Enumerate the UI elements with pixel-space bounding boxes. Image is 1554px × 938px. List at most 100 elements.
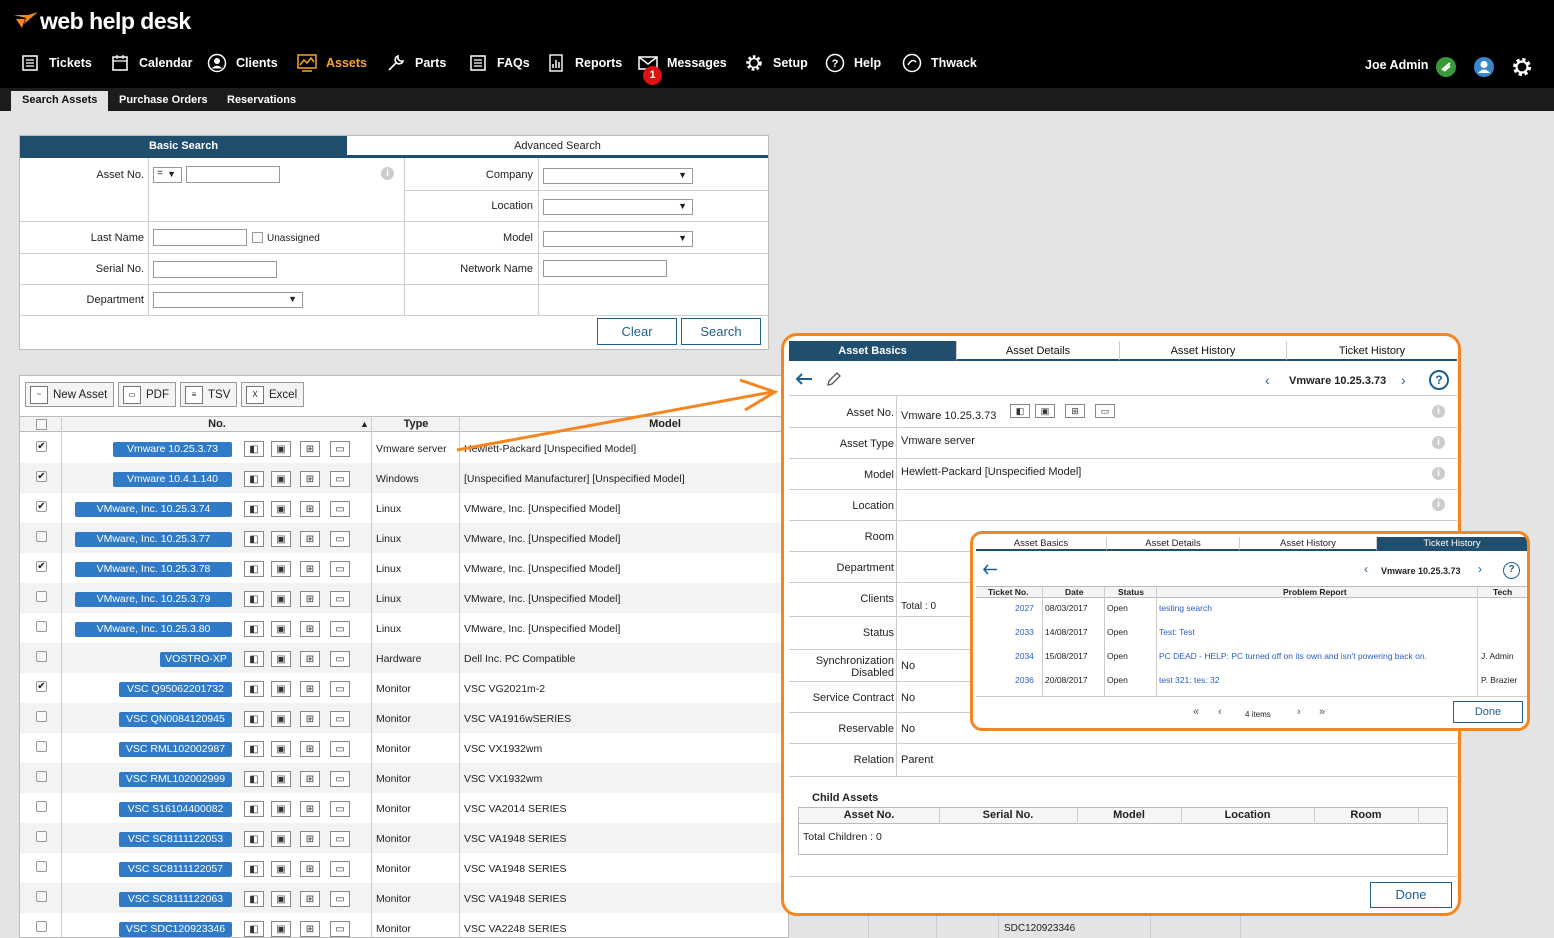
excel-button[interactable]: X Excel <box>241 382 305 407</box>
row-checkbox[interactable]: ✔ <box>36 441 47 452</box>
nav-calendar[interactable]: Calendar <box>109 52 193 74</box>
row-checkbox[interactable] <box>36 891 47 902</box>
window-icon[interactable]: ▭ <box>330 741 350 757</box>
nav-tickets[interactable]: Tickets <box>19 52 92 74</box>
window-icon[interactable]: ▭ <box>330 561 350 577</box>
basics-done-button[interactable]: Done <box>1370 882 1452 908</box>
remote-control-icon[interactable]: ◧ <box>244 711 264 727</box>
remote-control-icon[interactable]: ◧ <box>244 861 264 877</box>
row-checkbox[interactable] <box>36 591 47 602</box>
previous-asset-icon[interactable]: ‹ <box>1265 372 1270 388</box>
asset-no-operator-select[interactable]: = ▼ <box>153 167 182 183</box>
asset-number-link[interactable]: VMware, Inc. 10.25.3.78 <box>75 562 232 577</box>
nav-parts[interactable]: Parts <box>385 52 446 74</box>
remote-control-icon[interactable]: ◧ <box>244 741 264 757</box>
subtab-reservations[interactable]: Reservations <box>216 91 307 111</box>
binoculars-icon[interactable]: ▣ <box>271 861 291 877</box>
window-icon[interactable]: ▭ <box>330 831 350 847</box>
window-icon[interactable]: ▭ <box>330 771 350 787</box>
company-select[interactable]: ▼ <box>543 168 693 184</box>
asset-number-link[interactable]: VSC QN0084120945 <box>119 712 232 727</box>
field-info-icon[interactable]: i <box>1432 436 1445 449</box>
binoculars-icon[interactable]: ▣ <box>271 681 291 697</box>
model-select[interactable]: ▼ <box>543 231 693 247</box>
remote-control-icon[interactable]: ◧ <box>244 561 264 577</box>
binoculars-icon[interactable]: ▣ <box>271 651 291 667</box>
asset-number-link[interactable]: VMware, Inc. 10.25.3.80 <box>75 622 232 637</box>
history-ticket-link[interactable]: 2036 <box>1015 675 1034 685</box>
row-checkbox[interactable]: ✔ <box>36 681 47 692</box>
user-name[interactable]: Joe Admin <box>1365 58 1428 72</box>
screen-icon[interactable]: ⊞ <box>300 471 320 487</box>
asset-number-link[interactable]: VSC Q95062201732 <box>119 682 232 697</box>
remote-control-icon[interactable]: ◧ <box>244 471 264 487</box>
screen-icon[interactable]: ⊞ <box>300 531 320 547</box>
tab-asset-details[interactable]: Asset Details <box>957 341 1120 361</box>
window-icon[interactable]: ▭ <box>330 921 350 937</box>
app-logo[interactable]: web help desk <box>14 8 191 35</box>
remote-control-icon[interactable]: ◧ <box>244 441 264 457</box>
binoculars-icon[interactable]: ▣ <box>271 531 291 547</box>
remote-control-icon[interactable]: ◧ <box>244 681 264 697</box>
edit-pencil-icon[interactable] <box>825 370 843 391</box>
column-model-header[interactable]: Model <box>460 417 788 432</box>
profile-icon[interactable] <box>1474 57 1494 77</box>
remote-control-icon[interactable]: ◧ <box>244 591 264 607</box>
window-icon[interactable]: ▭ <box>330 591 350 607</box>
nav-reports[interactable]: Reports <box>545 52 622 74</box>
row-checkbox[interactable] <box>36 861 47 872</box>
clear-button[interactable]: Clear <box>597 318 677 345</box>
history-problem-report[interactable]: testing search <box>1159 603 1212 613</box>
history-problem-report[interactable]: Test: Test <box>1159 627 1195 637</box>
remote-control-icon[interactable]: ◧ <box>244 531 264 547</box>
asset-number-link[interactable]: VSC SC8111122057 <box>119 862 232 877</box>
status-icon[interactable] <box>1436 57 1456 77</box>
remote-control-icon[interactable]: ◧ <box>244 771 264 787</box>
field-info-icon[interactable]: i <box>1432 498 1445 511</box>
tsv-button[interactable]: ≡ TSV <box>180 382 238 407</box>
tab-asset-history[interactable]: Asset History <box>1120 341 1287 361</box>
history-col-ticket-no[interactable]: Ticket No. <box>988 587 1028 597</box>
asset-no-input[interactable] <box>186 166 280 183</box>
asset-number-link[interactable]: VSC SC8111122063 <box>119 892 232 907</box>
back-arrow-icon[interactable] <box>794 371 814 390</box>
row-checkbox[interactable] <box>36 831 47 842</box>
binoculars-icon[interactable]: ▣ <box>1035 404 1055 418</box>
binoculars-icon[interactable]: ▣ <box>271 441 291 457</box>
history-tab-ticket-history[interactable]: Ticket History <box>1377 537 1527 551</box>
binoculars-icon[interactable]: ▣ <box>271 831 291 847</box>
screen-icon[interactable]: ⊞ <box>300 771 320 787</box>
row-checkbox[interactable]: ✔ <box>36 471 47 482</box>
column-no-header[interactable]: No. <box>62 417 372 432</box>
nav-thwack[interactable]: Thwack <box>901 52 977 74</box>
row-checkbox[interactable] <box>36 621 47 632</box>
screen-icon[interactable]: ⊞ <box>300 441 320 457</box>
help-icon[interactable]: ? <box>1429 370 1449 390</box>
screen-icon[interactable]: ⊞ <box>300 891 320 907</box>
window-icon[interactable]: ▭ <box>330 861 350 877</box>
pdf-button[interactable]: ▭ PDF <box>118 382 176 407</box>
binoculars-icon[interactable]: ▣ <box>271 621 291 637</box>
screen-icon[interactable]: ⊞ <box>300 801 320 817</box>
asset-number-link[interactable]: VSC SC8111122053 <box>119 832 232 847</box>
history-col-tech[interactable]: Tech <box>1493 587 1512 597</box>
window-icon[interactable]: ▭ <box>330 501 350 517</box>
binoculars-icon[interactable]: ▣ <box>271 891 291 907</box>
window-icon[interactable]: ▭ <box>330 441 350 457</box>
row-checkbox[interactable] <box>36 711 47 722</box>
window-icon[interactable]: ▭ <box>330 531 350 547</box>
column-type-header[interactable]: Type <box>372 417 460 432</box>
tab-advanced-search[interactable]: Advanced Search <box>347 136 768 158</box>
screen-icon[interactable]: ⊞ <box>300 831 320 847</box>
screen-icon[interactable]: ⊞ <box>300 651 320 667</box>
history-tab-asset-details[interactable]: Asset Details <box>1107 537 1240 551</box>
binoculars-icon[interactable]: ▣ <box>271 801 291 817</box>
history-back-arrow-icon[interactable] <box>982 563 998 579</box>
remote-control-icon[interactable]: ◧ <box>1010 404 1030 418</box>
binoculars-icon[interactable]: ▣ <box>271 921 291 937</box>
history-tab-asset-history[interactable]: Asset History <box>1240 537 1377 551</box>
department-select[interactable]: ▼ <box>153 292 303 308</box>
remote-control-icon[interactable]: ◧ <box>244 891 264 907</box>
remote-control-icon[interactable]: ◧ <box>244 651 264 667</box>
remote-control-icon[interactable]: ◧ <box>244 831 264 847</box>
